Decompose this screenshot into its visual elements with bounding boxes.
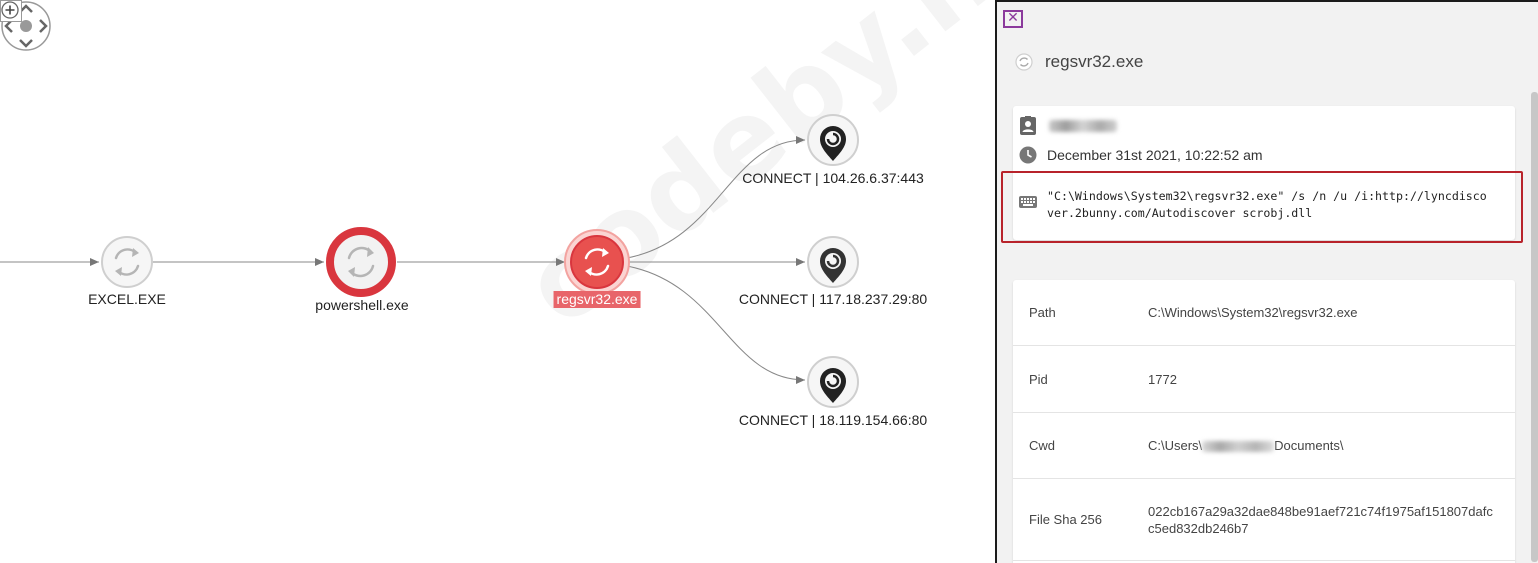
node-label-conn1: CONNECT | 104.26.6.37:443 <box>742 170 924 186</box>
user-row <box>1019 116 1117 136</box>
process-spinner-icon <box>1015 53 1033 71</box>
details-panel: ✕ regsvr32.exe December 31st 2021, 10:22… <box>995 0 1538 563</box>
zoom-in-icon[interactable] <box>0 0 20 20</box>
node-conn2[interactable] <box>807 236 859 288</box>
table-row: Path C:\Windows\System32\regsvr32.exe <box>1013 280 1515 346</box>
edge-regsvr32-conn3 <box>626 265 806 384</box>
node-regsvr32[interactable] <box>564 229 630 295</box>
user-card-icon <box>1020 116 1036 135</box>
node-label-regsvr32: regsvr32.exe <box>553 291 641 308</box>
prop-value-path: C:\Windows\System32\regsvr32.exe <box>1148 305 1358 320</box>
prop-value-sha256: 022cb167a29a32dae848be91aef721c74f1975af… <box>1148 503 1493 536</box>
process-graph-canvas[interactable]: codeby.net <box>0 0 1116 563</box>
node-label-conn2: CONNECT | 117.18.237.29:80 <box>738 291 928 307</box>
prop-value-pid: 1772 <box>1148 371 1177 387</box>
node-powershell[interactable] <box>326 227 396 297</box>
node-conn3[interactable] <box>807 356 859 408</box>
clock-icon <box>1019 146 1037 164</box>
table-row: Pid 1772 <box>1013 346 1515 413</box>
timestamp-row: December 31st 2021, 10:22:52 am <box>1019 146 1263 164</box>
prop-key-pid: Pid <box>1029 371 1048 387</box>
prop-key-cwd: Cwd <box>1029 438 1056 453</box>
node-excel[interactable] <box>101 236 153 288</box>
node-label-excel: EXCEL.EXE <box>88 291 166 307</box>
prop-key-sha256: File Sha 256 <box>1029 512 1102 527</box>
prop-key-path: Path <box>1029 305 1056 320</box>
close-button[interactable]: ✕ <box>1003 10 1023 28</box>
node-conn1[interactable] <box>807 114 859 166</box>
panel-title: regsvr32.exe <box>1045 52 1144 71</box>
command-line-text: "C:\Windows\System32\regsvr32.exe" /s /n… <box>1047 189 1487 220</box>
cwd-prefix: C:\Users\ <box>1148 438 1203 453</box>
graph-svg <box>0 114 859 408</box>
panel-scrollbar[interactable] <box>1531 92 1538 562</box>
node-label-powershell: powershell.exe <box>315 297 409 313</box>
node-label-conn3: CONNECT | 18.119.154.66:80 <box>738 412 928 428</box>
properties-table: Path C:\Windows\System32\regsvr32.exe Pi… <box>1013 280 1515 563</box>
table-row: Cwd C:\Users\ Documents\ <box>1013 413 1515 479</box>
panel-header: regsvr32.exe <box>1015 50 1143 74</box>
edge-regsvr32-conn1 <box>626 136 806 259</box>
redacted-username <box>1202 441 1275 453</box>
redacted-username <box>1049 120 1117 132</box>
prop-value-cwd: C:\Users\ Documents\ <box>1148 437 1498 454</box>
timestamp-text: December 31st 2021, 10:22:52 am <box>1047 147 1263 163</box>
cwd-suffix: Documents\ <box>1274 438 1344 453</box>
table-row: File Sha 256 022cb167a29a32dae848be91aef… <box>1013 479 1515 561</box>
